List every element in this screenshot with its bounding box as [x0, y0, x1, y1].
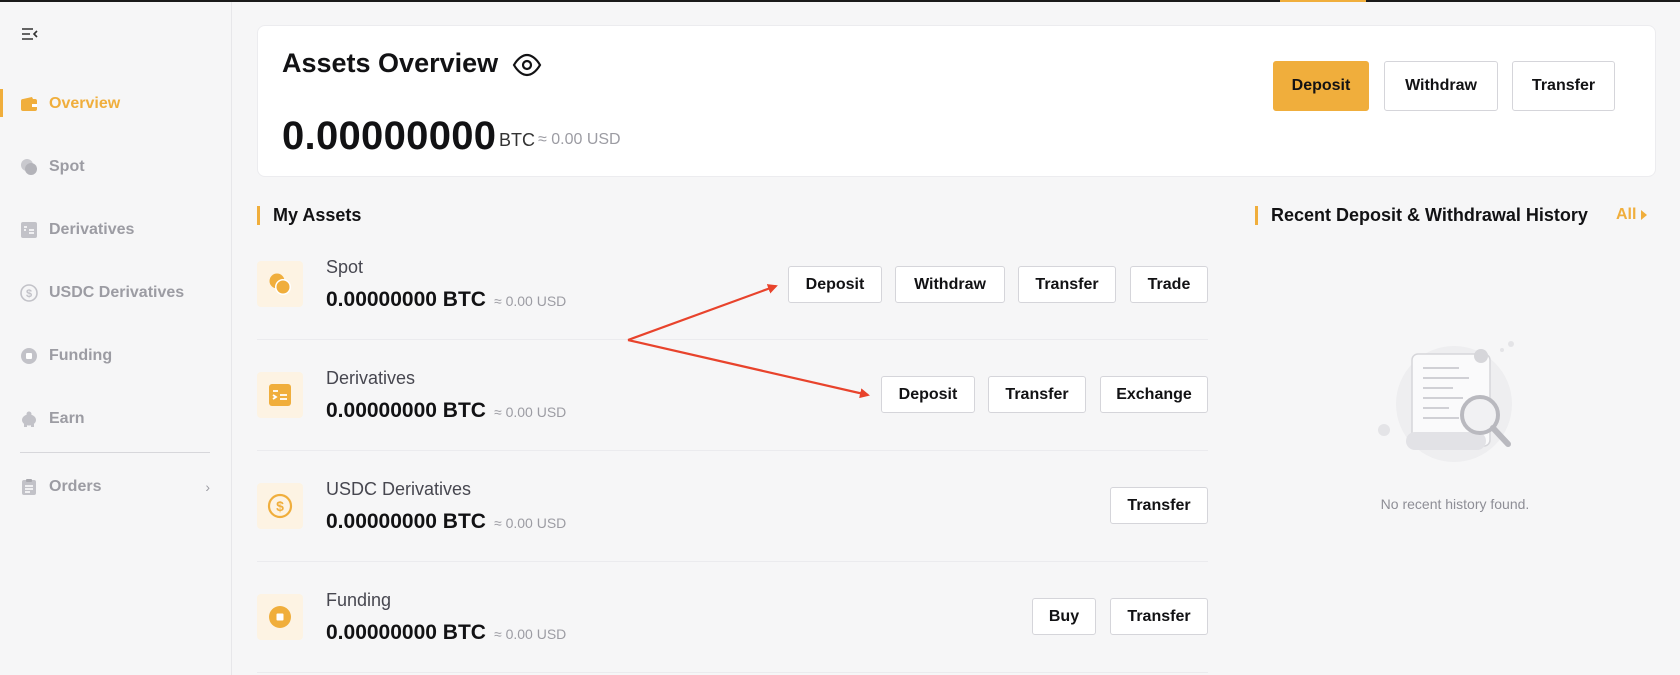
section-accent-bar	[1255, 206, 1258, 225]
spot-deposit-button[interactable]: Deposit	[788, 266, 882, 303]
sidebar-item-funding[interactable]: Funding	[0, 324, 232, 387]
derivatives-asset-icon	[257, 372, 303, 418]
asset-name-derivatives: Derivatives	[326, 368, 416, 388]
svg-text:$: $	[26, 288, 32, 300]
deposit-button[interactable]: Deposit	[1273, 61, 1369, 111]
sidebar-item-label: USDC Derivatives	[49, 283, 185, 301]
sidebar-item-label: Spot	[49, 157, 85, 175]
row-divider	[257, 450, 1208, 451]
spot-trade-button[interactable]: Trade	[1130, 266, 1208, 303]
asset-value-funding: 0.00000000 BTC	[326, 621, 486, 644]
spot-withdraw-button[interactable]: Withdraw	[895, 266, 1005, 303]
balance-unit: BTC	[499, 130, 535, 150]
wallet-icon	[20, 95, 38, 113]
clipboard-icon	[20, 478, 38, 496]
funding-transfer-button[interactable]: Transfer	[1110, 598, 1208, 635]
piggy-bank-icon	[20, 410, 38, 428]
balance-usd: ≈ 0.00 USD	[538, 131, 621, 148]
sidebar-item-overview[interactable]: Overview	[0, 72, 232, 135]
funding-asset-icon	[257, 594, 303, 640]
dollar-coin-icon: $	[20, 283, 38, 302]
spot-asset-icon	[257, 261, 303, 307]
sidebar: Overview Spot Derivatives $ USDC Derivat…	[0, 2, 232, 675]
asset-value-usdc-derivatives: 0.00000000 BTC	[326, 510, 486, 533]
ledger-icon	[20, 221, 38, 239]
funding-buy-button[interactable]: Buy	[1032, 598, 1096, 635]
coins-icon	[20, 158, 38, 176]
sidebar-item-label: Funding	[49, 346, 113, 364]
top-border	[0, 0, 1680, 2]
derivatives-deposit-button[interactable]: Deposit	[881, 376, 975, 413]
sidebar-nav: Overview Spot Derivatives $ USDC Derivat…	[0, 72, 232, 518]
asset-usd-derivatives: ≈ 0.00 USD	[494, 404, 567, 420]
sidebar-item-label: Orders	[49, 477, 102, 495]
collapse-menu-icon[interactable]	[20, 24, 40, 44]
usdc-derivatives-transfer-button[interactable]: Transfer	[1110, 487, 1208, 524]
row-divider	[257, 561, 1208, 562]
row-divider	[257, 339, 1208, 340]
asset-usd-funding: ≈ 0.00 USD	[494, 626, 567, 642]
transfer-button[interactable]: Transfer	[1512, 61, 1615, 111]
spot-transfer-button[interactable]: Transfer	[1018, 266, 1116, 303]
caret-right-icon	[1641, 210, 1648, 220]
svg-text:$: $	[276, 498, 284, 514]
sidebar-item-derivatives[interactable]: Derivatives	[0, 198, 232, 261]
asset-usd-usdc-derivatives: ≈ 0.00 USD	[494, 515, 567, 531]
sidebar-item-earn[interactable]: Earn	[0, 387, 232, 450]
sidebar-item-label: Earn	[49, 409, 85, 427]
all-link-label: All	[1616, 206, 1637, 223]
sidebar-item-label: Overview	[49, 94, 121, 112]
chevron-right-icon: ›	[205, 479, 210, 495]
sidebar-item-orders[interactable]: Orders ›	[0, 455, 232, 518]
row-divider	[257, 672, 1208, 673]
empty-history-illustration	[1370, 336, 1530, 466]
funding-coin-icon	[20, 347, 38, 365]
derivatives-transfer-button[interactable]: Transfer	[988, 376, 1086, 413]
usdc-derivatives-asset-icon: $	[257, 483, 303, 529]
sidebar-item-usdc-derivatives[interactable]: $ USDC Derivatives	[0, 261, 232, 324]
sidebar-item-label: Derivatives	[49, 220, 135, 238]
asset-name-funding: Funding	[326, 590, 392, 610]
my-assets-title: My Assets	[273, 205, 362, 225]
empty-history-text: No recent history found.	[1380, 496, 1530, 512]
asset-name-usdc-derivatives: USDC Derivatives	[326, 479, 472, 499]
derivatives-exchange-button[interactable]: Exchange	[1100, 376, 1208, 413]
asset-value-derivatives: 0.00000000 BTC	[326, 399, 486, 422]
sidebar-item-spot[interactable]: Spot	[0, 135, 232, 198]
total-balance: 0.00000000	[282, 114, 497, 158]
eye-icon[interactable]	[512, 52, 542, 78]
active-tab-indicator	[1280, 0, 1366, 2]
section-accent-bar	[257, 206, 260, 225]
page-title: Assets Overview	[282, 48, 499, 78]
asset-usd-spot: ≈ 0.00 USD	[494, 293, 567, 309]
sidebar-divider	[20, 452, 210, 453]
history-title: Recent Deposit & Withdrawal History	[1271, 205, 1588, 225]
withdraw-button[interactable]: Withdraw	[1384, 61, 1498, 111]
asset-value-spot: 0.00000000 BTC	[326, 288, 486, 311]
asset-name-spot: Spot	[326, 257, 364, 277]
history-all-link[interactable]: All	[1616, 206, 1648, 224]
